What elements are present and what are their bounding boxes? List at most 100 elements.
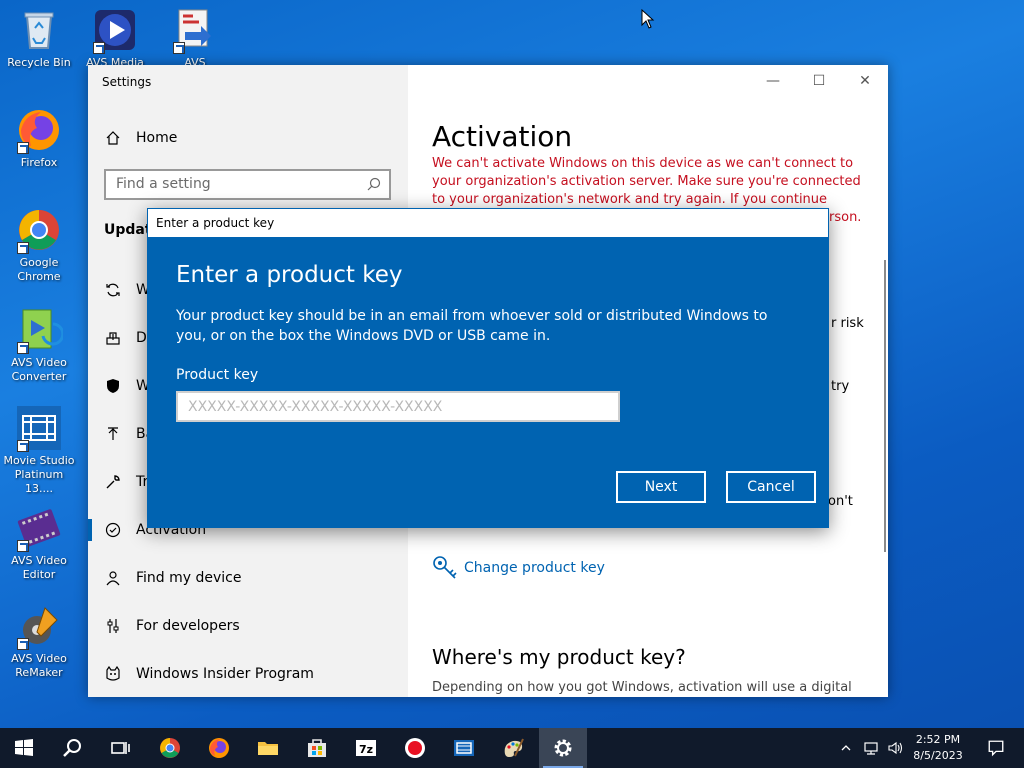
sync-icon [104,281,122,299]
taskbar-search-button[interactable] [48,728,96,768]
nav-troubleshoot[interactable]: Tr [104,467,148,497]
check-circle-icon [104,521,122,539]
minimize-button[interactable]: — [750,69,796,93]
taskbar-chrome[interactable] [146,728,194,768]
nav-windows-insider[interactable]: Windows Insider Program [104,659,314,689]
close-button[interactable]: ✕ [842,69,888,93]
start-button[interactable] [0,728,48,768]
clock-time: 2:52 PM [915,733,961,746]
dialog-description: Your product key should be in an email f… [176,308,768,344]
avs-media-player-icon [91,6,139,54]
firefox-icon [209,738,229,758]
active-indicator [88,519,92,541]
mouse-pointer-icon [641,9,655,29]
nav-find-device-label: Find my device [136,570,242,586]
avs-video-converter-icon [15,306,63,354]
task-view-icon [111,742,130,754]
taskbar-file-explorer[interactable] [244,728,292,768]
taskbar-7zip[interactable]: 7z [342,728,390,768]
dialog-titlebar: Enter a product key [147,208,829,238]
desktop-icon-avs-video-remaker[interactable]: AVS Video ReMaker [0,602,78,680]
clock-date: 8/5/2023 [913,749,963,762]
video-editor-icon [454,740,474,756]
product-key-dialog: Enter a product key Enter a product key … [147,208,829,528]
product-key-input[interactable] [176,391,620,422]
system-clock[interactable]: 2:52 PM 8/5/2023 [906,732,970,764]
dialog-heading: Enter a product key [176,262,403,288]
desktop-icon-label: AVS Video Editor [11,554,67,581]
task-view-button[interactable] [96,728,144,768]
nav-windows-security[interactable]: W [104,371,150,401]
change-product-key-link[interactable]: Change product key [432,555,605,581]
search-icon [63,739,81,757]
where-key-heading: Where's my product key? [432,645,686,669]
taskbar-paint[interactable] [489,728,537,768]
desktop-icon-label: Movie Studio Platinum 13.... [3,454,75,495]
next-button[interactable]: Next [616,471,706,503]
nav-windows-update[interactable]: W [104,275,150,305]
desktop-icon-firefox[interactable]: Firefox [0,106,78,170]
recycle-bin-icon [15,6,63,54]
search-icon [367,177,381,191]
page-title: Activation [432,120,573,153]
cancel-button[interactable]: Cancel [726,471,816,503]
change-product-key-label: Change product key [464,560,605,576]
speaker-icon [888,741,903,755]
nav-for-developers[interactable]: For developers [104,611,240,641]
desktop-icon-avs[interactable]: AVS [156,6,234,66]
notification-icon [988,740,1004,757]
desktop-icon-avs-media[interactable]: AVS Media [76,6,154,66]
chevron-up-icon [841,745,851,751]
search-placeholder: Find a setting [116,176,211,192]
nav-home[interactable]: Home [104,123,177,153]
desktop-icon-avs-video-converter[interactable]: AVS Video Converter [0,306,78,384]
avs-video-editor-icon [15,504,63,552]
desktop-icon-label: AVS Video Converter [11,356,67,383]
desktop-icon-chrome[interactable]: Google Chrome [0,206,78,284]
taskbar-recorder[interactable] [391,728,439,768]
key-icon [433,556,457,579]
store-icon [308,739,326,757]
nav-home-label: Home [136,130,178,146]
nav-find-my-device[interactable]: Find my device [104,563,242,593]
desktop-icon-label: AVS Video ReMaker [11,652,67,679]
backup-icon [104,425,122,443]
wrench-icon [104,473,122,491]
paint-icon [504,738,524,757]
desktop-icon-recycle-bin[interactable]: Recycle Bin [0,6,78,70]
person-location-icon [104,569,122,587]
nav-developers-label: For developers [136,618,240,634]
taskbar-firefox[interactable] [195,728,243,768]
avs-video-remaker-icon [15,602,63,650]
home-icon [104,129,122,147]
desktop-icon-movie-studio[interactable]: Movie Studio Platinum 13.... [0,404,78,496]
taskbar-store[interactable] [293,728,341,768]
movie-studio-icon [15,404,63,452]
desktop-icon-label: Recycle Bin [7,56,71,69]
settings-icon [554,739,572,757]
text-fragment: on't [828,494,853,509]
volume-button[interactable] [884,728,906,768]
desktop-icon-avs-video-editor[interactable]: AVS Video Editor [0,504,78,582]
chrome-icon [160,738,180,758]
product-key-label: Product key [176,367,259,383]
taskbar-settings[interactable] [539,728,587,768]
taskbar-video-editor[interactable] [440,728,488,768]
show-hidden-icons-button[interactable] [836,728,856,768]
network-button[interactable] [860,728,882,768]
svg-text:7z: 7z [359,743,373,756]
insider-cat-icon [104,665,122,683]
start-icon [15,739,33,756]
firefox-icon [15,106,63,154]
nav-insider-label: Windows Insider Program [136,666,314,682]
delivery-icon [104,329,122,347]
taskbar: 7z 2:52 PM 8/5/2023 [0,728,1024,768]
action-center-button[interactable] [976,728,1016,768]
maximize-button[interactable]: ☐ [796,69,842,93]
text-fragment: r risk [831,316,864,331]
scrollbar[interactable] [884,260,886,552]
text-fragment: try [831,379,850,394]
file-explorer-icon [258,742,278,755]
settings-search-input[interactable]: Find a setting [104,169,391,200]
recorder-icon [405,738,425,758]
